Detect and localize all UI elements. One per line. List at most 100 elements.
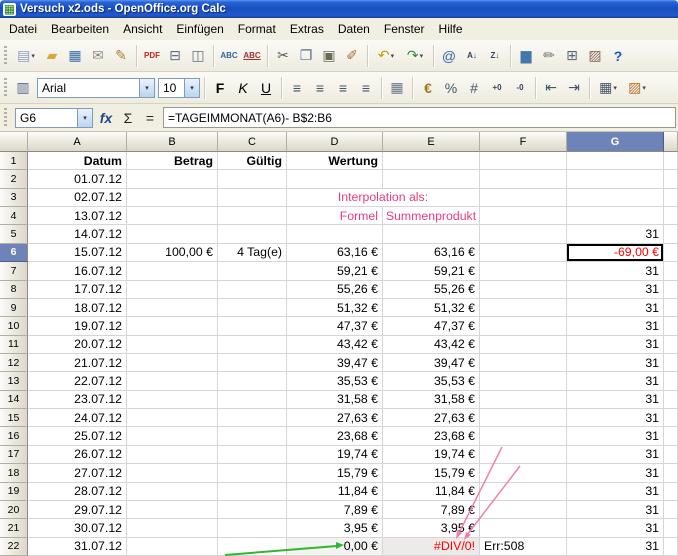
cell-C22[interactable] [218, 538, 287, 556]
print-button[interactable]: ⊟ [164, 44, 186, 68]
row-header-5[interactable]: 5 [0, 225, 28, 243]
hyperlink-button[interactable]: @ [438, 44, 460, 68]
column-header-D[interactable]: D [287, 132, 383, 152]
font-name-combo[interactable]: Arial ▾ [37, 78, 155, 98]
row-header-7[interactable]: 7 [0, 262, 28, 280]
cell-F12[interactable] [480, 354, 567, 372]
column-header-A[interactable]: A [28, 132, 127, 152]
merge-cells-button[interactable]: ▦ [386, 76, 408, 100]
cell-G6[interactable]: -69,00 € [567, 244, 664, 262]
cell-A1[interactable]: Datum [28, 152, 127, 170]
page-preview-button[interactable]: ◫ [187, 44, 209, 68]
cell-B20[interactable] [127, 501, 218, 519]
cell-D18[interactable]: 15,79 € [287, 464, 383, 482]
cell-E7[interactable]: 59,21 € [383, 262, 480, 280]
cell-G8[interactable]: 31 [567, 281, 664, 299]
cell-D11[interactable]: 43,42 € [287, 336, 383, 354]
cell-A9[interactable]: 18.07.12 [28, 299, 127, 317]
cell-B9[interactable] [127, 299, 218, 317]
cell-E6[interactable]: 63,16 € [383, 244, 480, 262]
italic-button[interactable]: K [232, 76, 254, 100]
cell-F22[interactable]: Err:508 [480, 538, 567, 556]
cell-F4[interactable] [480, 207, 567, 225]
row-header-4[interactable]: 4 [0, 207, 28, 225]
function-wizard-button[interactable]: fx [95, 106, 117, 130]
cell-E11[interactable]: 43,42 € [383, 336, 480, 354]
cell-partial-15[interactable] [664, 409, 678, 427]
cell-B8[interactable] [127, 281, 218, 299]
cell-G10[interactable]: 31 [567, 317, 664, 335]
underline-button[interactable]: U [255, 76, 277, 100]
cell-C9[interactable] [218, 299, 287, 317]
menu-extras[interactable]: Extras [283, 20, 331, 38]
font-size-dropdown-icon[interactable]: ▾ [184, 79, 199, 97]
cell-C2[interactable] [218, 170, 287, 188]
cell-A7[interactable]: 16.07.12 [28, 262, 127, 280]
cell-D8[interactable]: 55,26 € [287, 281, 383, 299]
row-header-6[interactable]: 6 [0, 244, 28, 262]
email-button[interactable]: ✉ [87, 44, 109, 68]
row-header-22[interactable]: 22 [0, 538, 28, 556]
cell-D4[interactable]: Formel [287, 207, 383, 225]
cell-F5[interactable] [480, 225, 567, 243]
row-header-16[interactable]: 16 [0, 427, 28, 445]
cell-G1[interactable] [567, 152, 664, 170]
cell-C5[interactable] [218, 225, 287, 243]
cell-B4[interactable] [127, 207, 218, 225]
cell-G21[interactable]: 31 [567, 519, 664, 537]
undo-button[interactable]: ↶▾ [372, 44, 400, 68]
cell-F11[interactable] [480, 336, 567, 354]
cell-A19[interactable]: 28.07.12 [28, 483, 127, 501]
cell-A5[interactable]: 14.07.12 [28, 225, 127, 243]
font-size-combo[interactable]: 10 ▾ [158, 78, 200, 98]
cell-F19[interactable] [480, 483, 567, 501]
cell-F6[interactable] [480, 244, 567, 262]
gallery-button[interactable]: ▨ [584, 44, 606, 68]
row-header-9[interactable]: 9 [0, 299, 28, 317]
edit-file-button[interactable]: ✎ [110, 44, 132, 68]
format-paintbrush-button[interactable]: ✐ [341, 44, 363, 68]
toolbar-grip[interactable] [4, 108, 7, 128]
row-header-20[interactable]: 20 [0, 501, 28, 519]
cell-G22[interactable]: 31 [567, 538, 664, 556]
cell-E9[interactable]: 51,32 € [383, 299, 480, 317]
cell-partial-19[interactable] [664, 483, 678, 501]
column-header-B[interactable]: B [127, 132, 218, 152]
auto-spellcheck-button[interactable]: ABC [241, 44, 263, 68]
column-header-C[interactable]: C [218, 132, 287, 152]
cell-G19[interactable]: 31 [567, 483, 664, 501]
decrease-indent-button[interactable]: ⇤ [540, 76, 562, 100]
cell-C1[interactable]: Gültig [218, 152, 287, 170]
cell-E4[interactable]: Summenprodukt [383, 207, 480, 225]
cell-E14[interactable]: 31,58 € [383, 391, 480, 409]
cell-B21[interactable] [127, 519, 218, 537]
sort-ascending-button[interactable]: A↓ [461, 44, 483, 68]
show-draw-functions-button[interactable]: ✏ [538, 44, 560, 68]
cell-F9[interactable] [480, 299, 567, 317]
toolbar-grip[interactable] [4, 46, 7, 66]
row-header-2[interactable]: 2 [0, 170, 28, 188]
cell-G3[interactable] [567, 189, 664, 207]
cell-F17[interactable] [480, 446, 567, 464]
cell-C13[interactable] [218, 372, 287, 390]
cell-partial-9[interactable] [664, 299, 678, 317]
cell-partial-17[interactable] [664, 446, 678, 464]
row-header-10[interactable]: 10 [0, 317, 28, 335]
font-name-dropdown-icon[interactable]: ▾ [139, 79, 154, 97]
cell-G15[interactable]: 31 [567, 409, 664, 427]
row-header-17[interactable]: 17 [0, 446, 28, 464]
cell-partial-3[interactable] [664, 189, 678, 207]
cell-B10[interactable] [127, 317, 218, 335]
cell-A2[interactable]: 01.07.12 [28, 170, 127, 188]
cell-A16[interactable]: 25.07.12 [28, 427, 127, 445]
cell-E13[interactable]: 35,53 € [383, 372, 480, 390]
cell-A17[interactable]: 26.07.12 [28, 446, 127, 464]
row-header-18[interactable]: 18 [0, 464, 28, 482]
cell-B5[interactable] [127, 225, 218, 243]
cell-G7[interactable]: 31 [567, 262, 664, 280]
open-folder-button[interactable]: ▰ [41, 44, 63, 68]
save-button[interactable]: ▦ [64, 44, 86, 68]
cell-F7[interactable] [480, 262, 567, 280]
background-color-button[interactable]: ▨▾ [623, 76, 651, 100]
cell-partial-13[interactable] [664, 372, 678, 390]
